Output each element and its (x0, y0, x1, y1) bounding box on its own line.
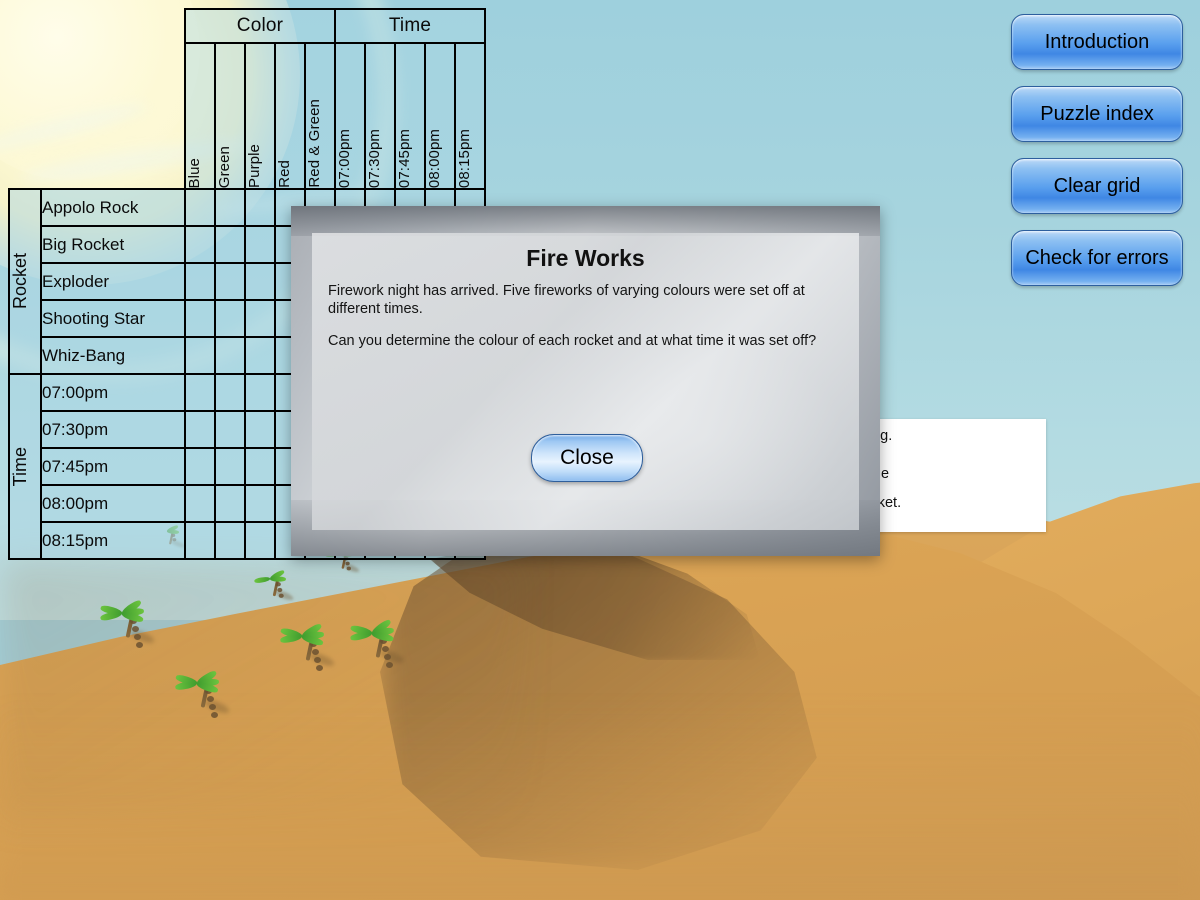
dialog-paragraph-1: Firework night has arrived. Five firewor… (328, 283, 805, 317)
col-header-0730pm: 07:30pm (364, 42, 396, 190)
grid-cell[interactable] (214, 299, 246, 338)
close-button[interactable]: Close (531, 434, 643, 482)
row-label-0800pm: 08:00pm (40, 484, 186, 523)
row-label-0730pm: 07:30pm (40, 410, 186, 449)
grid-cell[interactable] (214, 225, 246, 264)
grid-cell[interactable] (244, 188, 276, 227)
dialog-paragraph-2: Can you determine the colour of each roc… (328, 333, 817, 349)
grid-cell[interactable] (184, 410, 216, 449)
col-header-label: 07:30pm (366, 128, 383, 188)
side-button-group: Introduction Puzzle index Clear grid Che… (1011, 14, 1183, 302)
grid-cell[interactable] (244, 225, 276, 264)
col-header-label: Red (276, 160, 293, 188)
grid-cell[interactable] (244, 484, 276, 523)
grid-cell[interactable] (244, 373, 276, 412)
col-header-label: 08:00pm (426, 128, 443, 188)
col-header-label: Blue (186, 157, 203, 188)
row-label-big-rocket: Big Rocket (40, 225, 186, 264)
column-header-row: Blue Green Purple Red Red & Green 07:00p… (9, 42, 486, 190)
col-header-label: Green (216, 145, 233, 188)
dialog-content-panel: Fire Works Firework night has arrived. F… (312, 233, 859, 530)
grid-cell[interactable] (184, 188, 216, 227)
grid-cell[interactable] (214, 262, 246, 301)
fire-works-dialog: Fire Works Firework night has arrived. F… (291, 206, 880, 556)
row-label-shooting-star: Shooting Star (40, 299, 186, 338)
grid-cell[interactable] (184, 521, 216, 560)
col-header-0745pm: 07:45pm (394, 42, 426, 190)
col-header-0800pm: 08:00pm (424, 42, 456, 190)
grid-cell[interactable] (214, 410, 246, 449)
grid-cell[interactable] (184, 299, 216, 338)
row-label-exploder: Exploder (40, 262, 186, 301)
grid-cell[interactable] (244, 299, 276, 338)
sand-haze (0, 700, 1200, 900)
col-header-label: Purple (246, 144, 263, 188)
row-group-rocket: Rocket (8, 188, 42, 375)
check-for-errors-button[interactable]: Check for errors (1011, 230, 1183, 286)
grid-cell[interactable] (214, 188, 246, 227)
grid-cell[interactable] (244, 336, 276, 375)
grid-cell[interactable] (184, 484, 216, 523)
col-header-label: 08:15pm (456, 128, 473, 188)
grid-corner-spacer (9, 9, 41, 43)
grid-cell[interactable] (184, 447, 216, 486)
row-label-whiz-bang: Whiz-Bang (40, 336, 186, 375)
introduction-button[interactable]: Introduction (1011, 14, 1183, 70)
col-header-label: 07:00pm (336, 128, 353, 188)
col-header-red-and-green: Red & Green (304, 42, 336, 190)
row-label-0745pm: 07:45pm (40, 447, 186, 486)
grid-cell[interactable] (184, 373, 216, 412)
column-group-time: Time (334, 8, 486, 44)
row-label-0700pm: 07:00pm (40, 373, 186, 412)
col-header-label: Red & Green (306, 99, 323, 188)
col-header-green: Green (214, 42, 246, 190)
col-header-label: 07:45pm (396, 128, 413, 188)
grid-corner-spacer (41, 43, 185, 189)
grid-cell[interactable] (214, 484, 246, 523)
row-group-label: Rocket (10, 253, 30, 310)
grid-cell[interactable] (184, 262, 216, 301)
col-header-0815pm: 08:15pm (454, 42, 486, 190)
grid-cell[interactable] (244, 447, 276, 486)
dialog-title: Fire Works (526, 245, 645, 271)
column-group-color: Color (184, 8, 336, 44)
group-header-row: Color Time (9, 8, 486, 44)
row-group-label: Time (10, 446, 30, 487)
grid-cell[interactable] (244, 262, 276, 301)
grid-cell[interactable] (214, 336, 246, 375)
grid-corner-spacer (9, 43, 41, 189)
grid-cell[interactable] (214, 521, 246, 560)
grid-cell[interactable] (184, 225, 216, 264)
grid-cell[interactable] (244, 521, 276, 560)
col-header-blue: Blue (184, 42, 216, 190)
grid-cell[interactable] (184, 336, 216, 375)
clear-grid-button[interactable]: Clear grid (1011, 158, 1183, 214)
row-label-appolo-rock: Appolo Rock (40, 188, 186, 227)
col-header-red: Red (274, 42, 306, 190)
col-header-0700pm: 07:00pm (334, 42, 366, 190)
puzzle-index-button[interactable]: Puzzle index (1011, 86, 1183, 142)
grid-cell[interactable] (244, 410, 276, 449)
grid-cell[interactable] (214, 447, 246, 486)
col-header-purple: Purple (244, 42, 276, 190)
row-group-time: Time (8, 373, 42, 560)
grid-corner-spacer (41, 9, 185, 43)
row-label-0815pm: 08:15pm (40, 521, 186, 560)
grid-cell[interactable] (214, 373, 246, 412)
